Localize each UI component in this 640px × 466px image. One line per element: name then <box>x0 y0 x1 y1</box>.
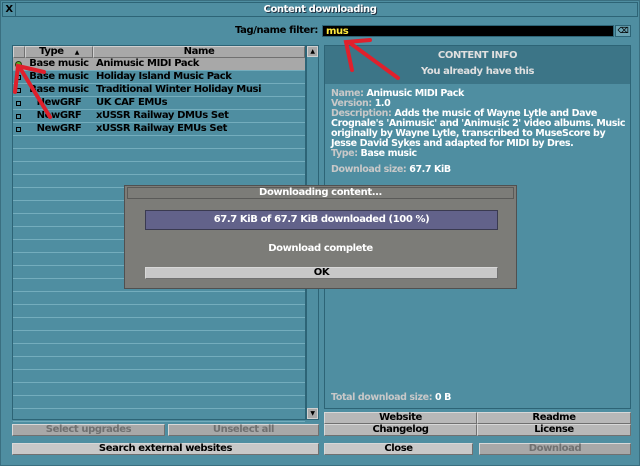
download-status: Download complete <box>268 243 373 254</box>
ok-button[interactable]: OK <box>145 267 498 279</box>
download-progress-dialog: Downloading content... 67.7 KiB of 67.7 … <box>124 185 517 289</box>
arrow-to-filter-input <box>348 41 400 80</box>
arrow-to-installed-icon <box>18 66 52 119</box>
progress-bar: 67.7 KiB of 67.7 KiB downloaded (100 %) <box>145 210 498 230</box>
dialog-title[interactable]: Downloading content... <box>127 187 514 199</box>
